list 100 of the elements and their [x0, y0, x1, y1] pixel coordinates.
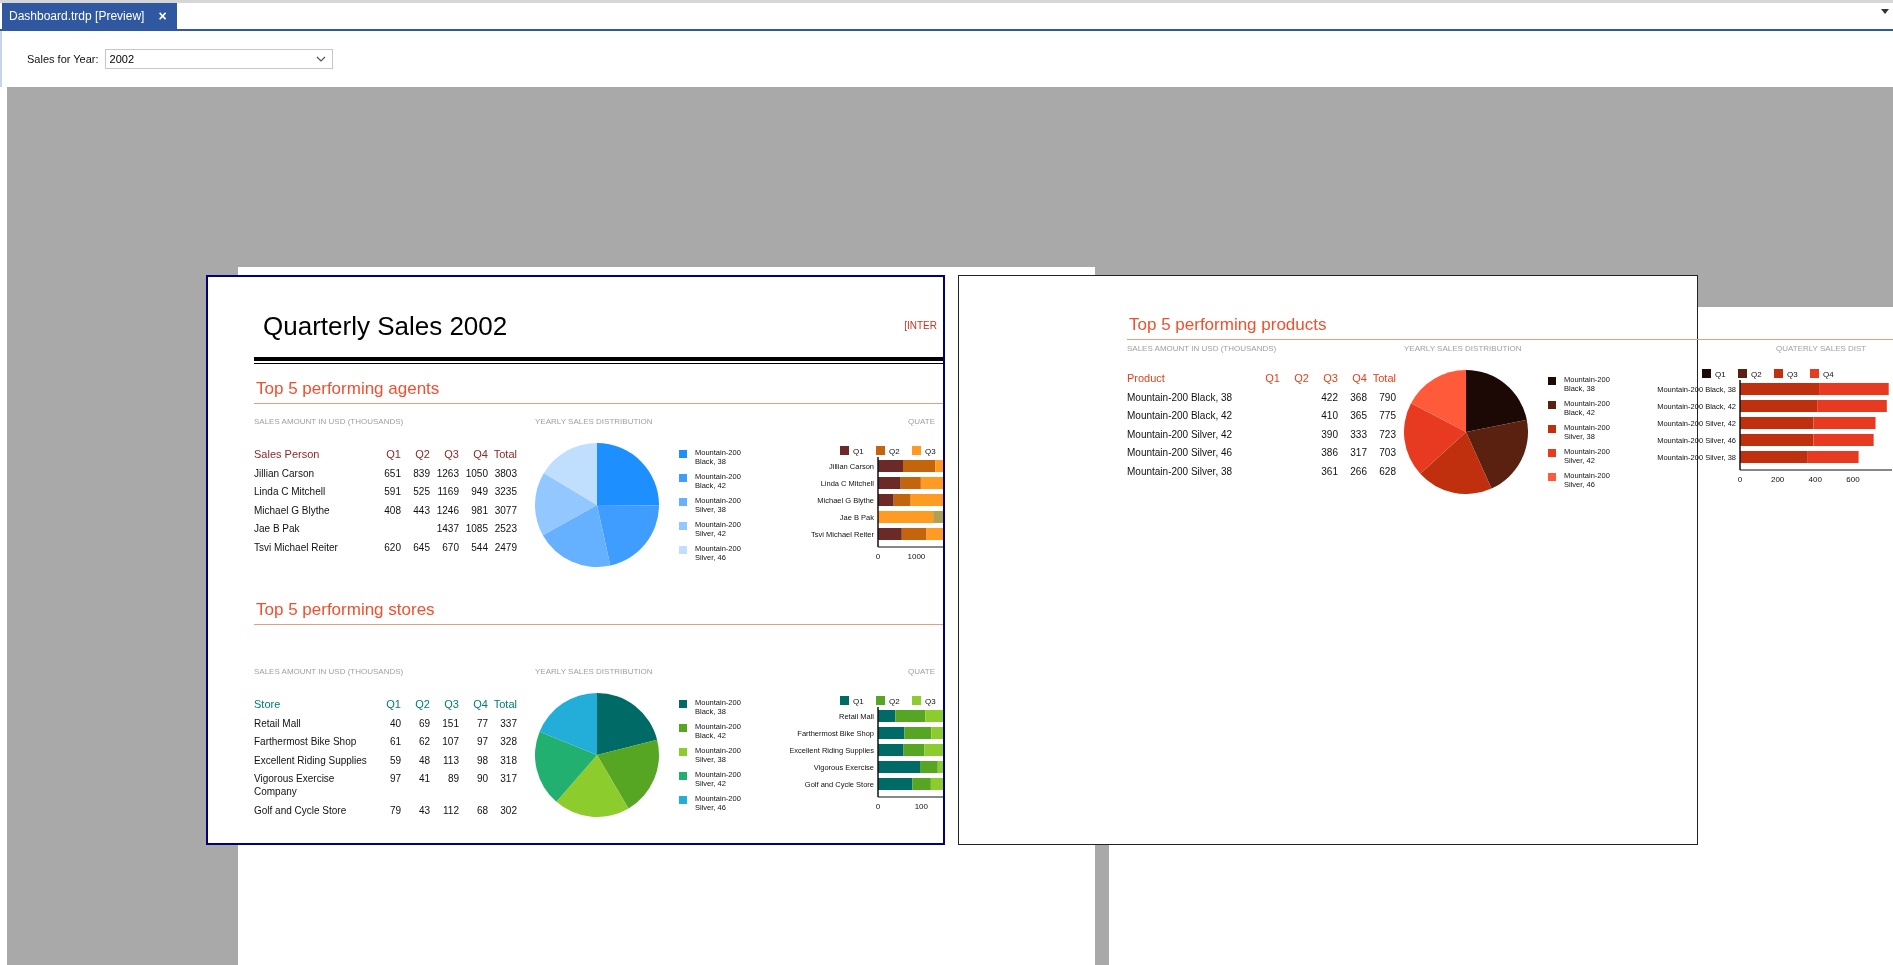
close-icon[interactable]: × — [158, 8, 167, 24]
table-cell-text: 90 — [475, 772, 488, 786]
table-cell-text: Mountain-200 Silver, 46 — [1127, 446, 1234, 460]
table-cell-text: 408 — [383, 503, 401, 518]
legend-label: Q1 — [853, 447, 864, 456]
column-header: Q1 — [385, 447, 401, 462]
table-cell-text: 365 — [1349, 409, 1367, 423]
tick-label: 100 — [914, 802, 928, 811]
tick-label: 400 — [1808, 475, 1822, 484]
table-cell-text: 386 — [1320, 446, 1338, 460]
column-header: Q1 — [385, 697, 401, 712]
table-cell-text: Michael G Blythe — [254, 503, 331, 518]
legend-label: Q3 — [1787, 370, 1798, 379]
column-header: Q4 — [472, 447, 488, 462]
column-header: Q3 — [443, 697, 459, 712]
column-header: Q4 — [472, 697, 488, 712]
table-cell-text: 628 — [1378, 464, 1396, 479]
tick-label: 0 — [1737, 475, 1743, 484]
chart-caption: YEARLY SALES DISTRIBUTION — [535, 417, 654, 427]
table-cell-text: 317 — [499, 772, 517, 786]
column-header: Q3 — [443, 447, 459, 462]
legend-label: Q1 — [853, 697, 864, 706]
table-cell-text: 422 — [1320, 390, 1338, 405]
table-cell-text: 981 — [470, 503, 488, 518]
year-dropdown[interactable]: 2002 — [104, 49, 333, 69]
chart-caption: QUATERLY SALES DIST — [1776, 344, 1868, 354]
table-caption: SALES AMOUNT IN USD (THOUSANDS) — [254, 417, 405, 427]
table-cell-text: 410 — [1320, 409, 1338, 423]
table-cell-text: 723 — [1378, 427, 1396, 442]
column-header: Q4 — [1351, 371, 1367, 386]
table-cell-text: 1437 — [435, 522, 459, 536]
parameter-label: Sales for Year: — [27, 53, 99, 65]
table-cell-text: 77 — [475, 716, 488, 731]
table-cell-text: Mountain-200 Black, 42 — [1127, 409, 1234, 423]
table-cell-text: 645 — [412, 540, 430, 555]
legend-label: Q2 — [889, 447, 900, 456]
chart-caption: YEARLY SALES DISTRIBUTION — [1404, 344, 1523, 354]
table-cell-text: 317 — [1349, 446, 1367, 460]
table-cell-text: Golf and Cycle Store — [254, 803, 348, 818]
table-cell-text: 651 — [383, 466, 401, 481]
table-cell-text: 41 — [417, 772, 430, 786]
column-header: Sales Person — [254, 447, 321, 462]
table-cell-text: 1169 — [436, 485, 459, 499]
table-cell-text: 361 — [1320, 464, 1338, 479]
section-title: Top 5 performing products — [1127, 314, 1893, 340]
table-cell-text: 1246 — [435, 503, 459, 518]
table-cell-text: 1050 — [464, 466, 488, 481]
table-cell-text: Tsvi Michael Reiter — [254, 540, 339, 555]
table-cell-text: Mountain-200 Silver, 38 — [1127, 464, 1234, 479]
table-cell-text: 390 — [1320, 427, 1338, 442]
table-cell-text: 949 — [470, 485, 488, 499]
table-cell-text: 525 — [412, 485, 430, 499]
table-cell-text: 333 — [1349, 427, 1367, 442]
table-cell-text: Farthermost Bike Shop — [254, 735, 358, 749]
table-cell-text: 113 — [442, 753, 459, 768]
table-cell-text: 1263 — [435, 466, 459, 481]
tick-label: 0 — [875, 552, 881, 561]
table-cell-text: Vigorous Exercise Company — [254, 772, 336, 799]
table-cell-text: 1085 — [464, 522, 488, 536]
legend-label: Q1 — [1715, 370, 1726, 379]
table-cell-text: 79 — [388, 803, 401, 818]
table-caption: SALES AMOUNT IN USD (THOUSANDS) — [1127, 344, 1278, 354]
table-cell-text: 443 — [412, 503, 430, 518]
table-cell-text: 591 — [383, 485, 401, 499]
table-cell-text: 544 — [470, 540, 488, 555]
table-cell-text: Mountain-200 Black, 38 — [1127, 390, 1234, 405]
column-header: Q2 — [414, 697, 430, 712]
table-caption: SALES AMOUNT IN USD (THOUSANDS) — [254, 667, 405, 677]
legend-label: Q2 — [889, 697, 900, 706]
legend-label: Q4 — [1823, 370, 1834, 379]
column-header: Q1 — [1264, 371, 1280, 386]
column-header: Total — [1371, 371, 1396, 386]
legend-label: Q2 — [1751, 370, 1762, 379]
table-cell-text: 107 — [441, 735, 459, 749]
report-title: Quarterly Sales 2002 — [263, 310, 508, 343]
table-cell-text: 3235 — [493, 485, 517, 499]
table-cell-text: 2479 — [493, 540, 517, 555]
table-cell-text: Jillian Carson — [254, 466, 316, 481]
table-cell-text: 69 — [417, 716, 430, 731]
table-cell-text: Retail Mall — [254, 716, 302, 731]
table-cell-text: 61 — [388, 735, 401, 749]
chart-caption: QUATE — [908, 667, 936, 677]
column-header: Store — [254, 697, 282, 712]
caret-icon[interactable] — [1881, 9, 1889, 15]
table-cell-text: 97 — [388, 772, 401, 786]
document-tab[interactable]: Dashboard.trdp [Preview] × — [2, 3, 177, 29]
tick-label: 1000 — [907, 552, 926, 561]
chart-caption: YEARLY SALES DISTRIBUTION — [535, 667, 654, 677]
table-cell-text: 620 — [383, 540, 401, 555]
stamp-label: [INTER — [904, 319, 937, 331]
table-cell-text: 266 — [1349, 464, 1367, 479]
column-header: Total — [492, 697, 517, 712]
table-cell-text: 97 — [475, 735, 488, 749]
table-cell-text: Mountain-200 Silver, 42 — [1127, 427, 1234, 442]
table-cell-text: 703 — [1378, 446, 1396, 460]
table-cell-text: 62 — [417, 735, 430, 749]
table-cell-text: 43 — [417, 803, 430, 818]
table-cell-text: 368 — [1349, 390, 1367, 405]
table-cell-text: 318 — [499, 753, 517, 768]
table-cell-text: 775 — [1378, 409, 1396, 423]
